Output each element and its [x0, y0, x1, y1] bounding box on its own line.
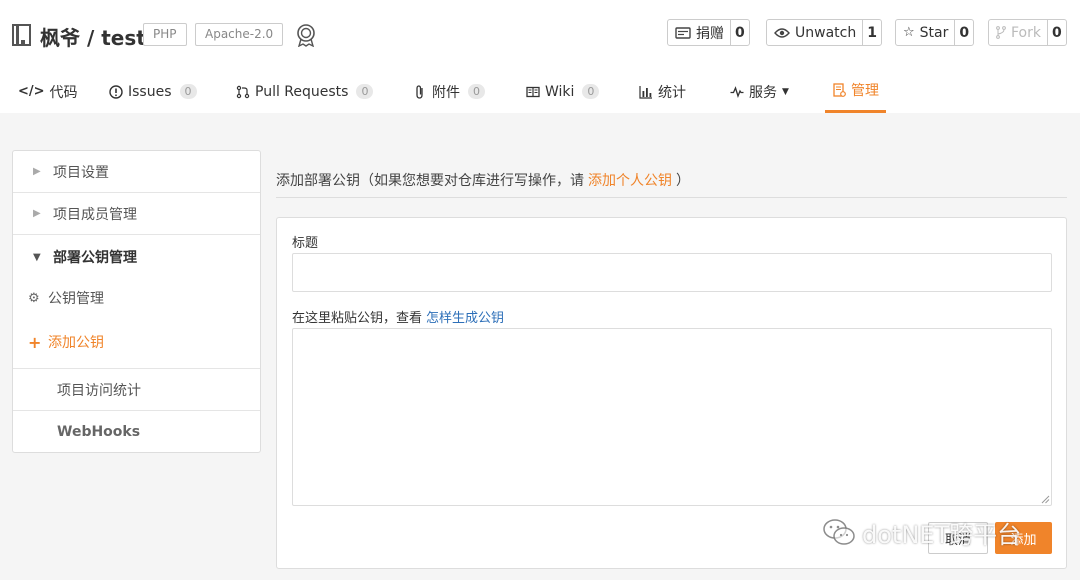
language-tag[interactable]: PHP — [143, 23, 187, 46]
tab-services[interactable]: 服务 ▼ — [730, 70, 789, 113]
page-title-suffix: ） — [676, 173, 690, 189]
license-tag[interactable]: Apache-2.0 — [195, 23, 284, 46]
sidebar-item-webhooks[interactable]: WebHooks — [13, 410, 260, 452]
sidebar-item-members[interactable]: ▶ 项目成员管理 — [13, 193, 260, 235]
award-badge-icon[interactable] — [295, 23, 317, 47]
key-label-text: 在这里粘贴公钥，查看 — [292, 311, 423, 326]
repo-title[interactable]: 枫爷 / test — [40, 22, 146, 51]
tab-wiki-label: Wiki — [545, 83, 575, 100]
issues-count: 0 — [179, 84, 197, 99]
star-label: Star — [919, 24, 949, 41]
add-key-form: 标题 在这里粘贴公钥，查看 怎样生成公钥 取消 添加 — [276, 217, 1067, 569]
watch-count[interactable]: 1 — [863, 20, 881, 45]
sidebar-item-label: 部署公钥管理 — [53, 250, 137, 266]
chevron-right-icon: ▶ — [33, 208, 41, 219]
page-title-prefix: 添加部署公钥（如果您想要对仓库进行写操作，请 — [276, 173, 584, 189]
key-label: 在这里粘贴公钥，查看 怎样生成公钥 — [292, 307, 504, 326]
tab-services-label: 服务 — [749, 84, 777, 101]
bar-chart-icon — [639, 85, 652, 99]
chevron-right-icon: ▶ — [33, 166, 41, 177]
title-input[interactable] — [292, 253, 1052, 292]
repo-header: 枫爷 / test PHP Apache-2.0 捐赠 0 Unwatch 1 … — [0, 0, 1080, 113]
repo-nav: </> 代码 Issues 0 Pull Requests 0 附件 0 Wik… — [0, 70, 1080, 113]
add-personal-key-link[interactable]: 添加个人公钥 — [588, 170, 672, 190]
fork-label: Fork — [1011, 24, 1041, 41]
tab-code-label: 代码 — [49, 84, 78, 101]
pull-request-icon — [236, 85, 250, 98]
tab-stats[interactable]: 统计 — [639, 70, 686, 113]
sidebar-item-project-settings[interactable]: ▶ 项目设置 — [13, 151, 260, 193]
sidebar-item-label: 项目访问统计 — [57, 382, 141, 399]
how-to-generate-key-link[interactable]: 怎样生成公钥 — [426, 311, 504, 326]
tab-code[interactable]: </> 代码 — [18, 70, 78, 113]
donate-icon — [675, 26, 691, 39]
fork-icon — [996, 26, 1006, 39]
pulse-icon — [730, 85, 744, 98]
unwatch-label: Unwatch — [795, 24, 857, 41]
star-button[interactable]: ☆ Star 0 — [895, 19, 975, 46]
tab-manage[interactable]: 管理 — [825, 70, 886, 113]
star-count[interactable]: 0 — [955, 20, 973, 45]
issue-icon — [109, 84, 123, 99]
chevron-down-icon: ▼ — [33, 251, 41, 263]
sidebar-subitem-key-management[interactable]: ⚙ 公钥管理 — [13, 276, 260, 320]
key-textarea[interactable] — [292, 328, 1052, 506]
tab-issues[interactable]: Issues 0 — [109, 70, 197, 113]
tab-attachments-label: 附件 — [432, 84, 460, 101]
sidebar-subitem-add-key[interactable]: + 添加公钥 — [13, 320, 260, 364]
title-label: 标题 — [292, 236, 319, 251]
tab-wiki[interactable]: Wiki 0 — [526, 70, 600, 113]
resize-grip-icon[interactable] — [1040, 494, 1050, 504]
repo-icon — [12, 24, 31, 46]
book-icon — [526, 86, 540, 97]
sidebar-item-access-stats[interactable]: 项目访问统计 — [13, 368, 260, 410]
sidebar-subitem-label: 公钥管理 — [48, 291, 104, 307]
add-button[interactable]: 添加 — [995, 522, 1052, 554]
tab-pull-requests-label: Pull Requests — [255, 83, 349, 100]
sidebar-item-deploy-keys[interactable]: ▼ 部署公钥管理 — [13, 236, 260, 278]
sidebar-item-label: 项目设置 — [53, 164, 109, 181]
sidebar-item-label: 项目成员管理 — [53, 206, 137, 223]
settings-doc-icon — [833, 83, 846, 97]
paperclip-icon — [416, 84, 423, 99]
gear-icon: ⚙ — [28, 290, 40, 306]
tab-attachments[interactable]: 附件 0 — [413, 70, 485, 113]
tab-stats-label: 统计 — [658, 84, 686, 101]
settings-sidebar: ▶ 项目设置 ▶ 项目成员管理 ▼ 部署公钥管理 ⚙ 公钥管理 + 添加公钥 项… — [12, 150, 261, 453]
tab-manage-label: 管理 — [851, 83, 879, 99]
sidebar-item-label: WebHooks — [57, 423, 141, 440]
eye-icon — [774, 27, 790, 38]
wiki-count: 0 — [582, 84, 600, 99]
tab-issues-label: Issues — [128, 83, 172, 100]
donate-count[interactable]: 0 — [731, 20, 749, 45]
page-title: 添加部署公钥（如果您想要对仓库进行写操作，请 添加个人公钥 ） — [276, 163, 1067, 198]
tab-pull-requests[interactable]: Pull Requests 0 — [236, 70, 374, 113]
fork-button[interactable]: Fork 0 — [988, 19, 1067, 46]
pull-requests-count: 0 — [356, 84, 374, 99]
fork-count[interactable]: 0 — [1048, 20, 1066, 45]
sidebar-subitem-label: 添加公钥 — [48, 335, 104, 351]
code-icon: </> — [18, 84, 45, 99]
content-area: ▶ 项目设置 ▶ 项目成员管理 ▼ 部署公钥管理 ⚙ 公钥管理 + 添加公钥 项… — [0, 113, 1080, 580]
donate-label: 捐赠 — [696, 25, 724, 42]
star-icon: ☆ — [903, 25, 915, 40]
cancel-button[interactable]: 取消 — [928, 522, 988, 554]
donate-button[interactable]: 捐赠 0 — [667, 19, 750, 46]
plus-icon: + — [28, 332, 42, 352]
unwatch-button[interactable]: Unwatch 1 — [766, 19, 882, 46]
chevron-down-icon: ▼ — [782, 86, 789, 97]
attachments-count: 0 — [468, 84, 485, 99]
